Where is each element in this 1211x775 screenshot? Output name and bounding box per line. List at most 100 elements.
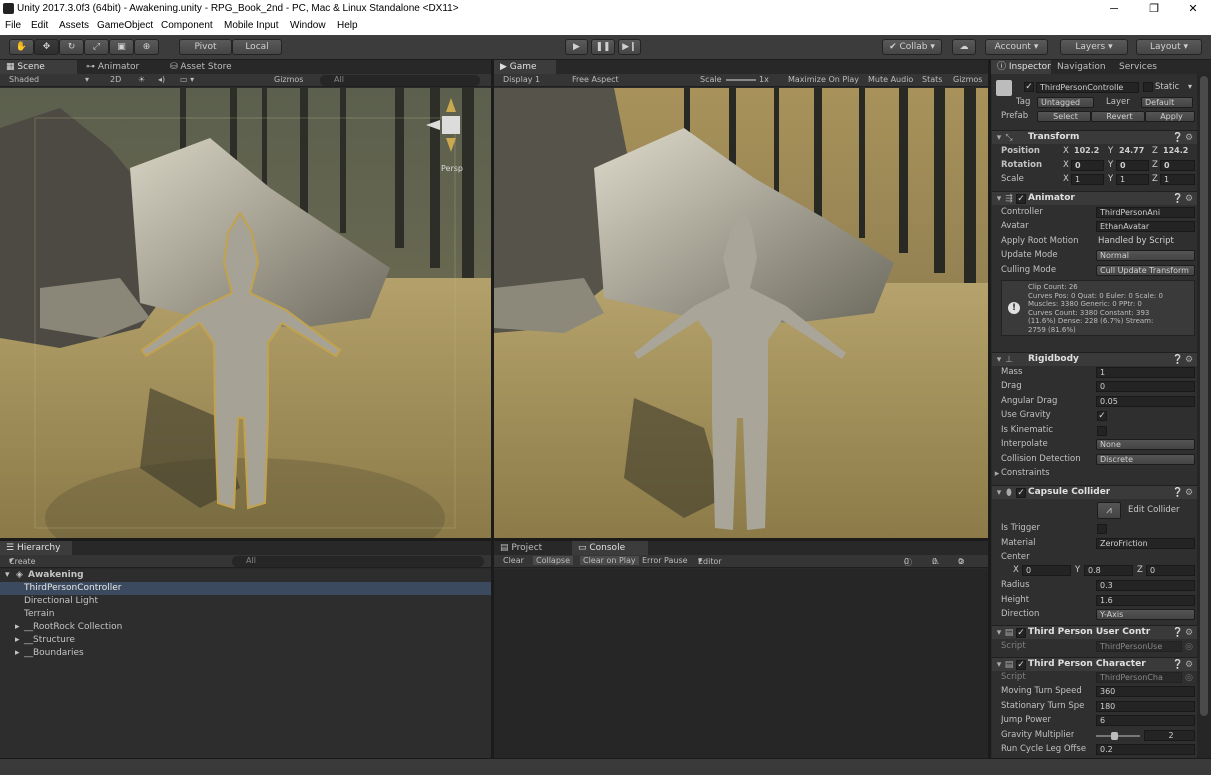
menu-component[interactable]: Component bbox=[161, 20, 213, 31]
foldout-arrow-icon[interactable]: ▾ bbox=[994, 488, 1004, 498]
direction-dropdown[interactable]: Y-Axis bbox=[1096, 609, 1195, 620]
tab-project[interactable]: ▤ Project bbox=[494, 541, 566, 555]
help-icon[interactable]: ❔ bbox=[1172, 628, 1183, 638]
collapse-toggle[interactable]: Collapse bbox=[533, 556, 573, 565]
cloud-button[interactable]: ☁ bbox=[952, 39, 976, 55]
rect-tool-icon[interactable]: ▣ bbox=[109, 39, 134, 55]
character-header[interactable]: ▾ ▤ ✓ Third Person Character ❔ ⚙ bbox=[992, 657, 1197, 671]
position-y-field[interactable]: 24.77 bbox=[1116, 146, 1149, 157]
2d-toggle[interactable]: 2D bbox=[110, 75, 121, 84]
menu-window[interactable]: Window bbox=[290, 20, 326, 31]
constraints-foldout[interactable]: Constraints bbox=[1001, 468, 1050, 478]
hierarchy-item[interactable]: ThirdPersonController bbox=[0, 582, 491, 595]
expand-arrow-icon[interactable]: ▸ bbox=[15, 647, 20, 660]
foldout-arrow-icon[interactable]: ▾ bbox=[994, 660, 1004, 670]
clear-on-play-toggle[interactable]: Clear on Play bbox=[580, 556, 639, 565]
rotation-x-field[interactable]: 0 bbox=[1071, 160, 1104, 171]
layer-dropdown[interactable]: Default bbox=[1141, 97, 1193, 108]
persp-label[interactable]: Persp bbox=[441, 164, 463, 173]
settings-gear-icon[interactable]: ⚙ bbox=[1184, 355, 1194, 365]
height-field[interactable]: 1.6 bbox=[1096, 595, 1195, 606]
tab-asset-store[interactable]: ⛁ Asset Store bbox=[164, 60, 254, 74]
tab-hierarchy[interactable]: ☰ Hierarchy bbox=[0, 541, 72, 555]
object-name-field[interactable]: ThirdPersonControlle bbox=[1036, 82, 1139, 93]
gravity-multiplier-slider[interactable] bbox=[1096, 735, 1140, 737]
interpolate-dropdown[interactable]: None bbox=[1096, 439, 1195, 450]
editor-dropdown[interactable]: Editor ▾ bbox=[698, 556, 722, 566]
tab-navigation[interactable]: Navigation bbox=[1051, 60, 1113, 74]
use-gravity-checkbox[interactable]: ✓ bbox=[1097, 411, 1107, 421]
settings-gear-icon[interactable]: ⚙ bbox=[1184, 660, 1194, 670]
play-button[interactable]: ▶ bbox=[565, 39, 588, 55]
account-dropdown[interactable]: Account ▾ bbox=[985, 39, 1048, 55]
expand-arrow-icon[interactable]: ▸ bbox=[15, 621, 20, 634]
prefab-apply-button[interactable]: Apply bbox=[1145, 111, 1195, 122]
close-button[interactable]: ✕ bbox=[1175, 0, 1211, 18]
mass-field[interactable]: 1 bbox=[1096, 367, 1195, 378]
shading-mode-dropdown[interactable]: Shaded bbox=[9, 75, 39, 84]
layout-dropdown[interactable]: Layout ▾ bbox=[1136, 39, 1202, 55]
stats-toggle[interactable]: Stats bbox=[922, 75, 942, 84]
help-icon[interactable]: ❔ bbox=[1172, 355, 1183, 365]
pause-button[interactable]: ❚❚ bbox=[591, 39, 615, 55]
menu-mobile-input[interactable]: Mobile Input bbox=[224, 20, 278, 31]
maximize-button[interactable]: ❐ bbox=[1136, 0, 1172, 18]
pivot-toggle[interactable]: Pivot bbox=[179, 39, 232, 55]
help-icon[interactable]: ❔ bbox=[1172, 194, 1183, 204]
collision-detection-dropdown[interactable]: Discrete bbox=[1096, 454, 1195, 465]
hierarchy-item[interactable]: ▸ __Structure bbox=[0, 634, 491, 647]
settings-gear-icon[interactable]: ⚙ bbox=[1184, 133, 1194, 143]
maximize-on-play-toggle[interactable]: Maximize On Play bbox=[788, 75, 859, 84]
settings-gear-icon[interactable]: ⚙ bbox=[1184, 194, 1194, 204]
center-z-field[interactable]: 0 bbox=[1146, 565, 1195, 576]
scale-slider[interactable] bbox=[726, 79, 756, 81]
static-checkbox[interactable] bbox=[1143, 82, 1153, 92]
scale-z-field[interactable]: 1 bbox=[1160, 174, 1195, 185]
foldout-arrow-icon[interactable]: ▾ bbox=[994, 194, 1004, 204]
material-field[interactable]: ZeroFriction bbox=[1096, 538, 1195, 549]
help-icon[interactable]: ❔ bbox=[1172, 488, 1183, 498]
moving-turn-speed-field[interactable]: 360 bbox=[1096, 686, 1195, 697]
settings-gear-icon[interactable]: ⚙ bbox=[1184, 628, 1194, 638]
layers-dropdown[interactable]: Layers ▾ bbox=[1060, 39, 1128, 55]
controller-field[interactable]: ThirdPersonAni bbox=[1096, 207, 1195, 218]
center-x-field[interactable]: 0 bbox=[1022, 565, 1071, 576]
radius-field[interactable]: 0.3 bbox=[1096, 580, 1195, 591]
menu-gameobject[interactable]: GameObject bbox=[97, 20, 153, 31]
hand-tool-icon[interactable]: ✋ bbox=[9, 39, 34, 55]
minimize-button[interactable]: ─ bbox=[1096, 0, 1132, 18]
menu-edit[interactable]: Edit bbox=[31, 20, 48, 31]
expand-arrow-icon[interactable]: ▸ bbox=[15, 634, 20, 647]
drag-field[interactable]: 0 bbox=[1096, 381, 1195, 392]
clear-button[interactable]: Clear bbox=[503, 556, 524, 565]
culling-mode-dropdown[interactable]: Cull Update Transform bbox=[1096, 265, 1195, 276]
move-tool-icon[interactable]: ✥ bbox=[34, 39, 59, 55]
expand-arrow-icon[interactable]: ▾ bbox=[5, 569, 10, 582]
error-pause-toggle[interactable]: Error Pause bbox=[642, 556, 688, 565]
slider-thumb[interactable] bbox=[1111, 732, 1118, 740]
tab-game[interactable]: ▶ Game bbox=[494, 60, 556, 74]
is-trigger-checkbox[interactable] bbox=[1097, 524, 1107, 534]
hierarchy-item[interactable]: Directional Light bbox=[0, 595, 491, 608]
angular-drag-field[interactable]: 0.05 bbox=[1096, 396, 1195, 407]
stationary-turn-speed-field[interactable]: 180 bbox=[1096, 701, 1195, 712]
effects-icon[interactable]: ▭ ▾ bbox=[180, 75, 194, 84]
position-z-field[interactable]: 124.2 bbox=[1160, 146, 1195, 157]
step-button[interactable]: ▶❙ bbox=[618, 39, 641, 55]
avatar-field[interactable]: EthanAvatar bbox=[1096, 221, 1195, 232]
user-control-header[interactable]: ▾ ▤ ✓ Third Person User Contr ❔ ⚙ bbox=[992, 625, 1197, 639]
display-dropdown[interactable]: Display 1 bbox=[503, 75, 540, 84]
scale-x-field[interactable]: 1 bbox=[1071, 174, 1104, 185]
scale-y-field[interactable]: 1 bbox=[1116, 174, 1149, 185]
console-log-area[interactable] bbox=[494, 569, 988, 758]
tab-inspector[interactable]: ⓘ Inspector bbox=[991, 60, 1051, 74]
jump-power-field[interactable]: 6 bbox=[1096, 715, 1195, 726]
tab-animator[interactable]: ⊶ Animator bbox=[80, 60, 162, 74]
audio-icon[interactable]: ◂) bbox=[158, 75, 165, 84]
character-enabled-checkbox[interactable]: ✓ bbox=[1016, 660, 1026, 670]
menu-assets[interactable]: Assets bbox=[59, 20, 89, 31]
mute-audio-toggle[interactable]: Mute Audio bbox=[868, 75, 913, 84]
capsule-enabled-checkbox[interactable]: ✓ bbox=[1016, 488, 1026, 498]
menu-file[interactable]: File bbox=[5, 20, 21, 31]
game-gizmos-dropdown[interactable]: Gizmos bbox=[953, 75, 982, 84]
